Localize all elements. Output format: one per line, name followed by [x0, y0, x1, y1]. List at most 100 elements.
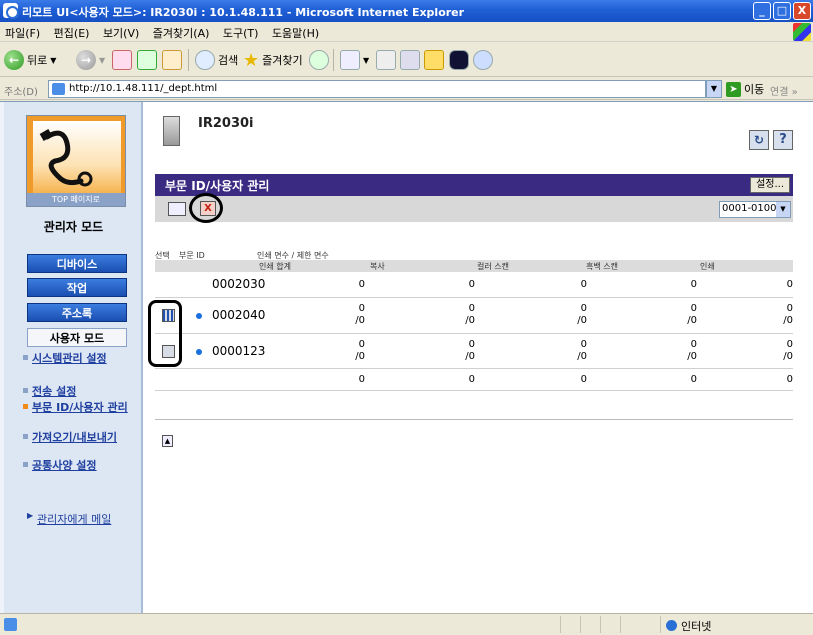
value-copy: 0 — [468, 303, 475, 314]
highlight-ring-selection — [148, 300, 182, 367]
refresh-page-icon[interactable] — [137, 50, 157, 70]
value-print-total: 0 — [358, 303, 365, 314]
search-label: 검색 — [218, 54, 239, 67]
minimize-button[interactable]: _ — [753, 2, 771, 20]
page-icon — [52, 83, 65, 95]
col-print-total: 인쇄 합계 — [259, 262, 291, 271]
nav-jobs-button[interactable]: 작업 — [27, 278, 127, 297]
value-copy: 0 — [468, 339, 475, 350]
value-print: 0 — [786, 303, 793, 314]
sidebar: TOP 페이지로 관리자 모드 디바이스 작업 주소록 사용자 모드 시스템관리… — [0, 102, 143, 614]
menu-file[interactable]: 파일(F) — [0, 22, 45, 44]
nav-link-import-export[interactable]: 가져오기/내보내기 — [23, 432, 142, 443]
range-value: 0001-0100 — [722, 203, 777, 214]
value-color-scan: 0 — [580, 303, 587, 314]
nav-link-dept-id-management[interactable]: 부문 ID/사용자 관리 — [23, 402, 142, 413]
nav-link-send-settings[interactable]: 전송 설정 — [23, 386, 142, 397]
refresh-icon[interactable]: ↻ — [749, 130, 769, 150]
close-button[interactable]: X — [793, 2, 811, 20]
bluetooth-icon[interactable] — [449, 50, 469, 70]
forward-arrow-icon: → — [76, 50, 96, 70]
menu-tools[interactable]: 도구(T) — [218, 22, 264, 44]
edit-icon[interactable] — [400, 50, 420, 70]
toolbar-separator — [188, 49, 189, 71]
menu-edit[interactable]: 편집(E) — [49, 22, 95, 44]
folder-icon[interactable] — [424, 50, 444, 70]
mail-dropdown-icon: ▼ — [363, 55, 370, 65]
title-bar: 리모트 UI<사용자 모드>: IR2030i : 10.1.48.111 - … — [0, 0, 813, 22]
value-print: 0 — [786, 279, 793, 290]
top-page-logo[interactable]: TOP 페이지로 — [26, 115, 126, 207]
favorites-button[interactable]: ★ 즐겨찾기 — [243, 48, 303, 72]
address-input[interactable]: http://10.1.48.111/_dept.html — [48, 80, 706, 98]
device-name: IR2030i — [198, 116, 254, 131]
value-print: 0 — [786, 339, 793, 350]
mail-icon[interactable] — [340, 50, 360, 70]
col-bw-scan: 흑백 스캔 — [586, 262, 618, 271]
go-label: 이동 — [744, 83, 765, 96]
subheader-band — [155, 260, 793, 272]
nav-addressbook-button[interactable]: 주소록 — [27, 303, 127, 322]
search-button[interactable]: 검색 — [195, 48, 238, 72]
nav-device-button[interactable]: 디바이스 — [27, 254, 127, 273]
settings-button[interactable]: 설정... — [750, 177, 790, 193]
browser-window: 리모트 UI<사용자 모드>: IR2030i : 10.1.48.111 - … — [0, 0, 813, 635]
address-dropdown-icon[interactable]: ▼ — [706, 80, 722, 98]
go-button[interactable]: ➤ 이동 — [726, 81, 764, 97]
limit-print-total: /0 — [355, 351, 365, 362]
value-color-scan: 0 — [580, 374, 587, 385]
window-title: 리모트 UI<사용자 모드>: IR2030i : 10.1.48.111 - … — [22, 6, 465, 19]
value-bw-scan: 0 — [690, 303, 697, 314]
status-dot-icon — [196, 313, 202, 319]
page-top-icon[interactable]: ▲ — [162, 435, 173, 447]
print-icon[interactable] — [376, 50, 396, 70]
value-bw-scan: 0 — [690, 339, 697, 350]
star-icon: ★ — [243, 49, 260, 71]
toolbar-separator-2 — [333, 49, 334, 71]
toolbar: ← 뒤로 ▼ → ▼ 검색 ★ 즐겨찾기 ▼ — [0, 43, 813, 77]
status-bar: 인터넷 — [0, 613, 813, 635]
dept-id: 0002030 — [212, 277, 266, 291]
dept-id: 0000123 — [212, 344, 266, 358]
windows-flag-icon — [793, 23, 811, 41]
col-color-scan: 컬러 스캔 — [477, 262, 509, 271]
menu-view[interactable]: 보기(V) — [98, 22, 144, 44]
nav-user-mode-button[interactable]: 사용자 모드 — [27, 328, 127, 347]
add-user-icon[interactable] — [168, 202, 186, 216]
limit-bw-scan: /0 — [687, 351, 697, 362]
table-row-total: 0 0 0 0 0 — [155, 370, 793, 391]
bullet-active-icon — [23, 404, 28, 409]
back-button[interactable]: ← 뒤로 ▼ — [4, 48, 56, 72]
value-bw-scan: 0 — [690, 374, 697, 385]
limit-copy: /0 — [465, 351, 475, 362]
value-print: 0 — [786, 374, 793, 385]
maximize-button[interactable]: □ — [773, 2, 791, 20]
menu-help[interactable]: 도움말(H) — [267, 22, 324, 44]
home-icon[interactable] — [162, 50, 182, 70]
links-toolbar[interactable]: 연결 » — [770, 83, 798, 98]
limit-print-total: /0 — [355, 315, 365, 326]
divider — [155, 419, 793, 420]
table-row: 0002030 0 0 0 0 0 — [155, 273, 793, 298]
history-icon[interactable] — [309, 50, 329, 70]
value-print-total: 0 — [358, 374, 365, 385]
menu-favorites[interactable]: 즐겨찾기(A) — [148, 22, 215, 44]
status-dot-icon — [196, 349, 202, 355]
bullet-icon — [23, 434, 28, 439]
value-copy: 0 — [468, 374, 475, 385]
nav-link-system-settings[interactable]: 시스템관리 설정 — [23, 353, 142, 364]
forward-button[interactable]: → ▼ — [76, 48, 105, 72]
col-copy: 복사 — [370, 262, 385, 271]
stop-icon[interactable] — [112, 50, 132, 70]
range-select[interactable]: 0001-0100 ▼ — [719, 201, 791, 218]
help-button[interactable]: ? — [773, 130, 793, 150]
bullet-icon — [23, 388, 28, 393]
mail-admin-link[interactable]: 관리자에게 메일 — [27, 511, 111, 527]
chevron-down-icon: ▼ — [776, 202, 790, 217]
value-copy: 0 — [468, 279, 475, 290]
nav-link-common-settings[interactable]: 공통사양 설정 — [23, 460, 142, 471]
limit-color-scan: /0 — [577, 351, 587, 362]
messenger-icon[interactable] — [473, 50, 493, 70]
highlight-ring — [189, 193, 223, 223]
dept-id: 0002040 — [212, 308, 266, 322]
